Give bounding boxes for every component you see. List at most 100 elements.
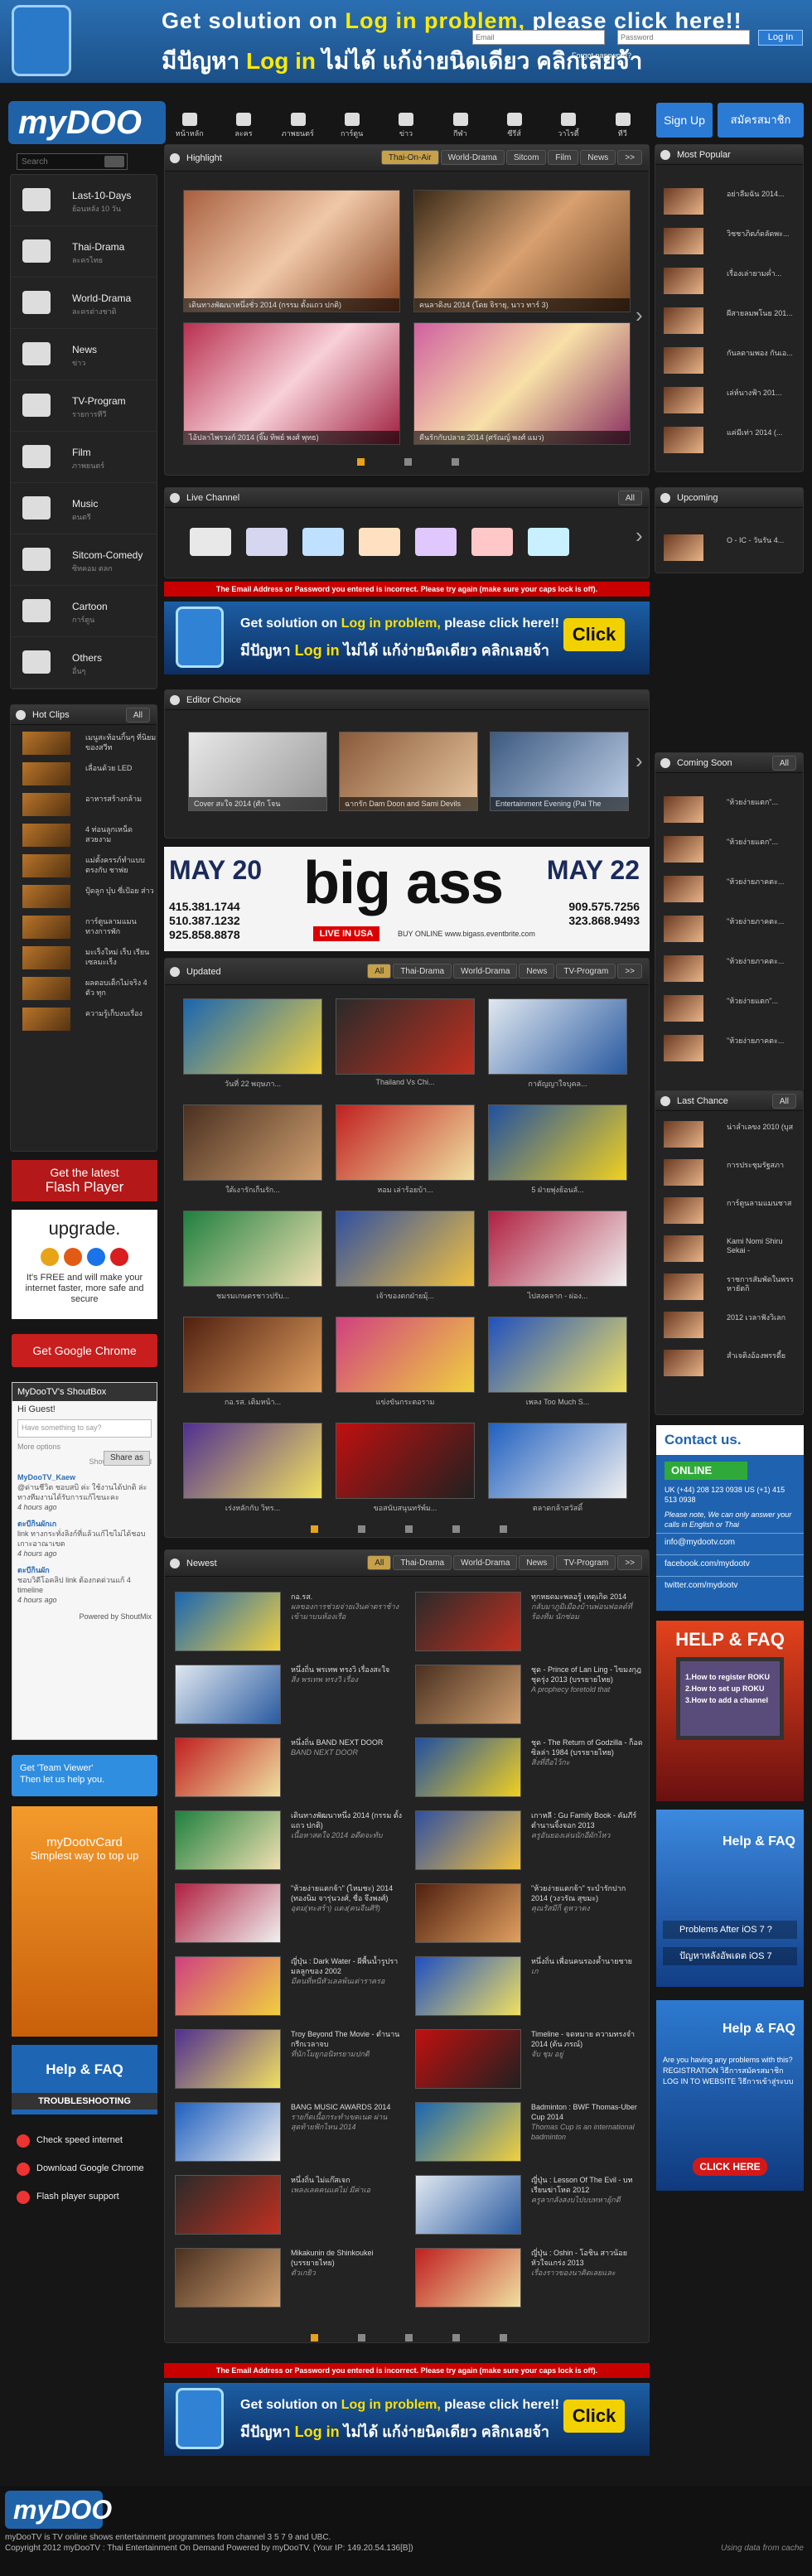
item-caption[interactable]: หอม เล่าร้อยบ้า... xyxy=(336,1184,475,1196)
menu-world-drama[interactable]: World-Drama ละครต่างชาติ xyxy=(11,278,157,329)
item-caption[interactable]: ไปสงคลาก - ผ่อง... xyxy=(488,1290,627,1302)
newest-item[interactable]: BANG MUSIC AWARDS 2014 รายกิ่ดเนื้อกระทำเ… xyxy=(291,2102,404,2132)
updated-thumbnail[interactable] xyxy=(183,1317,322,1393)
updated-thumbnail[interactable] xyxy=(488,998,627,1075)
newest-item[interactable]: เกาหลี : Gu Family Book - คัมภีร์ตำนานจิ… xyxy=(531,1810,644,1840)
item-title[interactable]: การ์ตูนลามแมนชาส xyxy=(727,1199,800,1208)
download-chrome-link[interactable]: Download Google Chrome xyxy=(12,2158,157,2181)
item-caption[interactable]: 5 ฝ่ายพุ่งย้อนลั... xyxy=(488,1184,627,1196)
channel-5-logo[interactable] xyxy=(246,528,288,556)
updated-thumbnail[interactable] xyxy=(183,1104,322,1181)
tab-news[interactable]: News xyxy=(580,150,616,165)
tab-world-drama[interactable]: World-Drama xyxy=(440,150,505,165)
shout-input[interactable]: Have something to say? xyxy=(17,1419,152,1438)
item-title[interactable]: การประชุมรัฐสภา xyxy=(727,1161,800,1170)
item-title[interactable]: "ห้วยง่ายแตก"... xyxy=(727,997,800,1006)
item-title[interactable]: เรื่องเล่ายามค่ำ... xyxy=(727,269,800,278)
tab-more[interactable]: >> xyxy=(617,1555,642,1570)
roku-help-faq-banner[interactable]: HELP & FAQ 1.How to register ROKU 2.How t… xyxy=(656,1621,804,1801)
carousel-dot[interactable] xyxy=(358,2334,365,2342)
newest-item[interactable]: ทุกหยดมะพลอรู้ เหตุเกิด 2014 กลับมาภูมิเม… xyxy=(531,1592,644,1621)
nav-item[interactable]: วาไรตี้ xyxy=(544,111,592,139)
tab-tv-program[interactable]: TV-Program xyxy=(556,964,616,979)
newest-item[interactable]: ชุด - Prince of Lan Ling - ไขมงกุฎชุดรุ่… xyxy=(531,1665,644,1694)
tab-sitcom[interactable]: Sitcom xyxy=(505,150,547,165)
thumbnail[interactable] xyxy=(664,1159,703,1186)
thumbnail[interactable] xyxy=(664,955,703,982)
updated-thumbnail[interactable] xyxy=(488,1423,627,1499)
carousel-dot[interactable] xyxy=(404,458,412,466)
menu-last-10-days[interactable]: Last-10-Days ย้อนหลัง 10 วัน xyxy=(11,175,157,226)
browser-upgrade-ad[interactable]: upgrade. It's FREE and will make your in… xyxy=(12,1210,157,1319)
channel-3-logo[interactable] xyxy=(190,528,231,556)
updated-thumbnail[interactable] xyxy=(183,1211,322,1287)
click-here-button[interactable]: CLICK HERE xyxy=(693,2158,767,2176)
tab-thai-drama[interactable]: Thai-Drama xyxy=(393,964,452,979)
nav-item[interactable]: ภาพยนตร์ xyxy=(274,111,321,139)
newest-thumbnail[interactable] xyxy=(415,2248,521,2308)
carousel-dot[interactable] xyxy=(500,1525,507,1533)
highlight-item[interactable]: เดินทางพัฒนาหนึ่งชั่ว 2014 (กรรม ตั้งแถว… xyxy=(183,190,400,312)
all-button[interactable]: All xyxy=(771,1094,796,1109)
facebook-link[interactable]: facebook.com/mydootv xyxy=(656,1554,804,1573)
thumbnail[interactable] xyxy=(664,1274,703,1300)
mydootv-card-banner[interactable]: myDootvCard Simplest way to top up xyxy=(12,1806,157,2037)
updated-thumbnail[interactable] xyxy=(336,1317,475,1393)
updated-thumbnail[interactable] xyxy=(488,1317,627,1393)
channel-nbt-logo[interactable] xyxy=(471,528,513,556)
nav-item[interactable]: ทีวี xyxy=(599,111,646,139)
all-button[interactable]: All xyxy=(125,708,150,723)
login-button[interactable]: Log In xyxy=(758,30,803,46)
newest-thumbnail[interactable] xyxy=(175,2029,281,2089)
thumbnail[interactable] xyxy=(664,876,703,902)
register-member-button[interactable]: สมัครสมาชิก xyxy=(718,103,804,138)
carousel-dot[interactable] xyxy=(358,1525,365,1533)
list-item[interactable]: แม่ตั้งครรภ์ทำแบบตรงกับ ชาฟย xyxy=(11,853,157,878)
nav-item[interactable]: ข่าว xyxy=(382,111,429,139)
all-button[interactable]: All xyxy=(617,491,642,505)
tab-news[interactable]: News xyxy=(519,964,555,979)
chevron-right-icon[interactable]: › xyxy=(636,748,650,773)
newest-thumbnail[interactable] xyxy=(415,2029,521,2089)
password-input[interactable] xyxy=(617,30,750,45)
newest-thumbnail[interactable] xyxy=(415,1810,521,1870)
item-caption[interactable]: เร่งหลักกับ วิทร... xyxy=(183,1502,322,1514)
registration-help-banner[interactable]: Help & FAQ Are you having any problems w… xyxy=(656,2000,804,2191)
tab-all[interactable]: All xyxy=(367,964,392,979)
item-title[interactable]: "ห้วยง่ายแตก"... xyxy=(727,838,800,847)
item-caption[interactable]: กอ.รส. เติมหน้า... xyxy=(183,1396,322,1408)
tab-news[interactable]: News xyxy=(519,1555,555,1570)
highlight-item[interactable]: คนลาดิงบ 2014 (โดย จิรายุ, นาว ทาร์ 3) xyxy=(413,190,631,312)
chevron-right-icon[interactable]: › xyxy=(636,523,650,548)
tab-more[interactable]: >> xyxy=(617,150,642,165)
item-title[interactable]: อย่าลืมฉัน 2014... xyxy=(727,190,800,199)
updated-thumbnail[interactable] xyxy=(336,1211,475,1287)
nav-item[interactable]: ซีรีส์ xyxy=(491,111,538,139)
thumbnail[interactable] xyxy=(664,347,703,374)
updated-thumbnail[interactable] xyxy=(183,1423,322,1499)
menu-film[interactable]: Film ภาพยนตร์ xyxy=(11,432,157,483)
newest-thumbnail[interactable] xyxy=(175,2248,281,2308)
item-title[interactable]: "ห้วยง่ายภาคตะ... xyxy=(727,1037,800,1046)
thumbnail[interactable] xyxy=(664,1121,703,1148)
highlight-item[interactable]: ไอ้ปลาไพรวงก์ 2014 (จิ๊ม ทิพย์ พงศ์ พุทธ… xyxy=(183,322,400,445)
item-title[interactable]: ผีสายลมพโนย 201... xyxy=(727,309,800,318)
powered-by[interactable]: Powered by ShoutMix xyxy=(12,1608,157,1625)
item-title[interactable]: O - IC - วันรัน 4... xyxy=(727,536,800,545)
newest-item[interactable]: Badminton : BWF Thomas-Uber Cup 2014 Thom… xyxy=(531,2102,644,2142)
newest-thumbnail[interactable] xyxy=(415,2175,521,2235)
item-title[interactable]: กันลดามพอง กันเอ... xyxy=(727,349,800,358)
site-logo[interactable]: myDOO xyxy=(8,101,166,144)
channel-act-logo[interactable] xyxy=(528,528,569,556)
newest-item[interactable]: หนึ่งถิ่น พรเทพ ทรงวิ เรื่องสะใจ สิ่ง พรเ… xyxy=(291,1665,404,1684)
item-caption[interactable]: ขอสนับสนุนทรัพ์ม... xyxy=(336,1502,475,1514)
thumbnail[interactable] xyxy=(664,1350,703,1376)
list-item[interactable]: เลื่อนด้วย LED xyxy=(11,761,157,786)
item-caption[interactable]: กาตัญญาใจบุคล... xyxy=(488,1078,627,1090)
chevron-right-icon[interactable]: › xyxy=(636,302,650,327)
flash-player-button[interactable]: Get the latest Flash Player xyxy=(12,1160,157,1201)
thumbnail[interactable] xyxy=(664,916,703,942)
item-title[interactable]: น่าลำเลขง 2010 (บุส xyxy=(727,1123,800,1132)
newest-item[interactable]: ชุด - The Return of Godzilla - ก็อดซิลล่… xyxy=(531,1737,644,1767)
twitter-link[interactable]: twitter.com/mydootv xyxy=(656,1576,804,1594)
